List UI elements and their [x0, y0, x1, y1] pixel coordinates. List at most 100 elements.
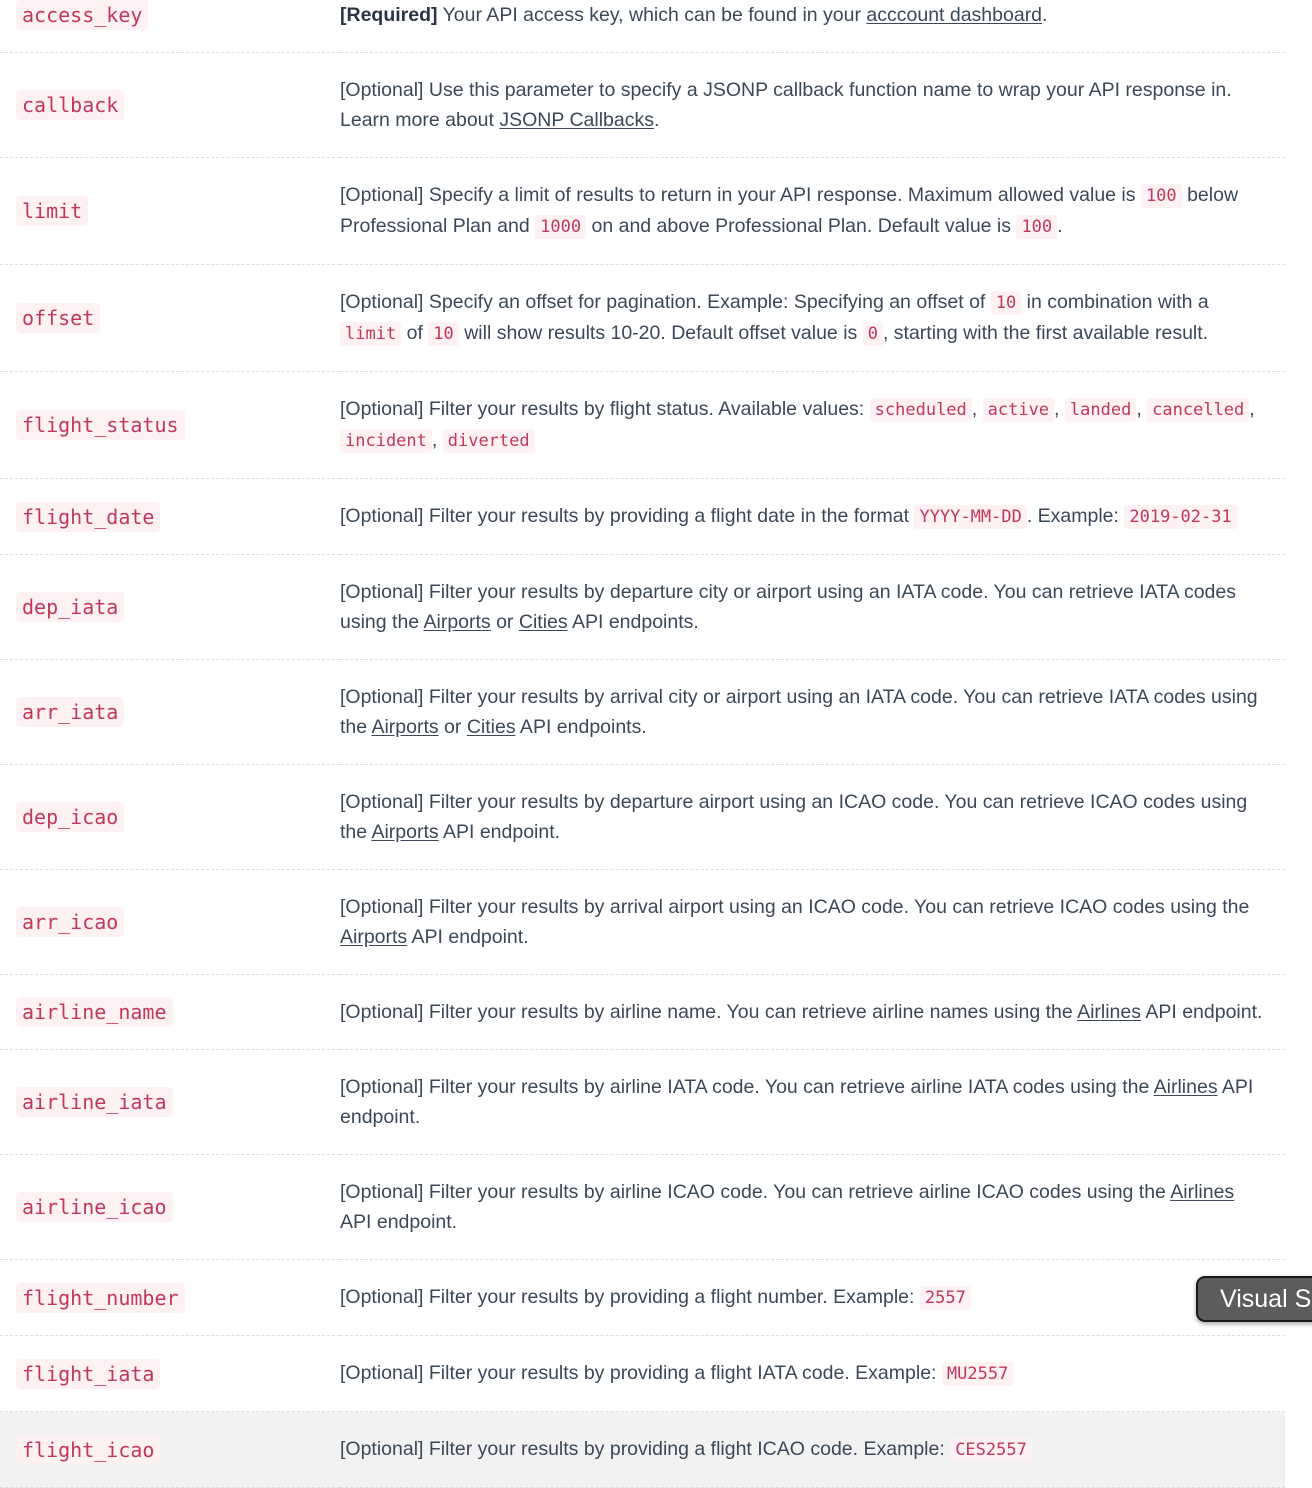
- parameter-description: [Optional] Filter your results by airlin…: [340, 1177, 1267, 1237]
- parameter-name: callback: [16, 90, 125, 120]
- visual-studio-overlay-button[interactable]: Visual S: [1196, 1276, 1312, 1322]
- parameter-description-cell: [Optional] Filter your results by flight…: [340, 372, 1285, 479]
- description-text: of: [401, 322, 429, 344]
- inline-code-chip: 1000: [535, 215, 587, 239]
- inline-link[interactable]: Airports: [371, 716, 438, 738]
- parameter-row: dep_iata [Optional] Filter your results b…: [0, 555, 1285, 660]
- parameter-name: access_key: [16, 0, 149, 30]
- parameter-description: [Optional] Filter your results by provid…: [340, 1434, 1267, 1465]
- parameter-name-cell: offset: [0, 265, 340, 372]
- inline-link[interactable]: JSONP Callbacks: [499, 109, 654, 131]
- parameter-description: [Optional] Filter your results by provid…: [340, 1358, 1267, 1389]
- parameter-description-cell: [Optional] Filter your results by arriva…: [340, 660, 1285, 765]
- inline-link[interactable]: Airports: [423, 611, 490, 633]
- parameter-description: [Optional] Filter your results by arriva…: [340, 892, 1267, 952]
- parameter-name: flight_status: [16, 410, 185, 440]
- parameter-description-cell: [Optional] Filter your results by depart…: [340, 765, 1285, 870]
- parameter-row: access_key [Required] Your API access key…: [0, 0, 1285, 53]
- parameter-description: [Optional] Filter your results by depart…: [340, 577, 1267, 637]
- description-text: [Optional] Filter your results by provid…: [340, 505, 915, 527]
- inline-link[interactable]: Airports: [340, 926, 407, 948]
- parameter-description: [Optional] Specify an offset for paginat…: [340, 287, 1267, 349]
- parameter-name: airline_icao: [16, 1192, 173, 1222]
- description-text: [Optional] Filter your results by airlin…: [340, 1181, 1171, 1203]
- parameter-name: flight_iata: [16, 1358, 161, 1389]
- description-text: API endpoint.: [1141, 1001, 1263, 1023]
- parameter-name-cell: airline_icao: [0, 1155, 340, 1260]
- parameter-row: airline_name [Optional] Filter your resul…: [0, 975, 1285, 1050]
- parameter-name: limit: [16, 196, 89, 226]
- parameter-row: flight_status [Optional] Filter your resu…: [0, 372, 1285, 479]
- parameter-row: flight_iata [Optional] Filter your result…: [0, 1336, 1285, 1412]
- parameter-name-cell: flight_date: [0, 479, 340, 555]
- description-text: [Optional] Specify an offset for paginat…: [340, 291, 991, 313]
- parameter-name-cell: flight_iata: [0, 1336, 340, 1412]
- parameter-name: arr_iata: [16, 697, 125, 727]
- parameter-description: [Optional] Filter your results by provid…: [340, 501, 1267, 532]
- description-text: [Optional] Specify a limit of results to…: [340, 184, 1141, 206]
- description-text: API endpoints.: [515, 716, 647, 738]
- inline-link[interactable]: Cities: [467, 716, 516, 738]
- required-label: [Required]: [340, 4, 438, 26]
- parameter-name: flight_icao: [16, 1434, 161, 1465]
- inline-code-chip: 100: [1140, 184, 1182, 208]
- description-text: in combination with a: [1021, 291, 1209, 313]
- description-text: .: [1042, 4, 1048, 26]
- parameter-description: [Optional] Filter your results by provid…: [340, 1282, 1267, 1313]
- inline-link[interactable]: Airlines: [1154, 1076, 1218, 1098]
- inline-code-chip: 2019-02-31: [1124, 505, 1237, 529]
- description-text: . Example:: [1026, 505, 1125, 527]
- parameter-name-cell: limit: [0, 158, 340, 265]
- parameter-description-cell: [Optional] Filter your results by airlin…: [340, 1155, 1285, 1260]
- parameter-description-cell: [Required] Your API access key, which ca…: [340, 0, 1285, 53]
- parameter-row: flight_icao [Optional] Filter your result…: [0, 1411, 1285, 1488]
- parameter-name-cell: arr_iata: [0, 660, 340, 765]
- description-text: .: [1057, 215, 1063, 237]
- parameter-description-cell: [Optional] Filter your results by provid…: [340, 1412, 1285, 1488]
- inline-code-chip: active: [982, 398, 1055, 422]
- parameter-name-cell: flight_number: [0, 1260, 340, 1336]
- parameter-description-cell: [Optional] Filter your results by depart…: [340, 555, 1285, 660]
- parameter-name: dep_iata: [16, 592, 125, 622]
- parameter-name: flight_number: [16, 1282, 185, 1313]
- inline-code-chip: diverted: [442, 429, 535, 453]
- parameter-description-cell: [Optional] Use this parameter to specify…: [340, 53, 1285, 158]
- description-text: .: [653, 109, 660, 131]
- description-text: [Optional] Filter your results by arriva…: [340, 896, 1250, 918]
- inline-link[interactable]: Cities: [519, 611, 568, 633]
- description-text: [Optional] Filter your results by airlin…: [340, 1001, 1078, 1023]
- inline-code-chip: scheduled: [869, 398, 972, 422]
- description-text: ,: [1249, 398, 1255, 420]
- inline-link[interactable]: acccount dashboard: [866, 4, 1042, 26]
- parameter-description-cell: [Optional] Filter your results by airlin…: [340, 1050, 1285, 1155]
- parameter-description: [Optional] Filter your results by airlin…: [340, 1072, 1267, 1132]
- parameter-description-cell: [Optional] Filter your results by provid…: [340, 479, 1285, 555]
- parameter-name: flight_date: [16, 501, 161, 532]
- parameter-description-cell: [Optional] Filter your results by arriva…: [340, 870, 1285, 975]
- parameter-row: arr_icao [Optional] Filter your results b…: [0, 870, 1285, 975]
- parameter-row: dep_icao [Optional] Filter your results b…: [0, 765, 1285, 870]
- parameter-row: flight_date [Optional] Filter your result…: [0, 479, 1285, 555]
- parameter-row: limit [Optional] Specify a limit of resul…: [0, 158, 1285, 265]
- parameter-row: callback [Optional] Use this parameter to…: [0, 53, 1285, 158]
- inline-link[interactable]: Airlines: [1170, 1181, 1234, 1203]
- inline-link[interactable]: Airports: [371, 821, 438, 843]
- description-text: [Optional] Filter your results by airlin…: [340, 1076, 1154, 1098]
- description-text: ,: [971, 398, 983, 420]
- parameter-name-cell: callback: [0, 53, 340, 158]
- parameter-description-cell: [Optional] Filter your results by provid…: [340, 1260, 1285, 1336]
- inline-link[interactable]: Airlines: [1077, 1001, 1141, 1023]
- description-text: ,: [431, 429, 443, 451]
- inline-code-chip: cancelled: [1147, 398, 1250, 422]
- api-parameters-table-body: access_key [Required] Your API access key…: [0, 0, 1285, 1488]
- parameter-row: airline_iata [Optional] Filter your resul…: [0, 1050, 1285, 1155]
- parameter-name: airline_name: [16, 997, 173, 1027]
- parameter-description: [Optional] Filter your results by flight…: [340, 394, 1267, 456]
- inline-code-chip: YYYY-MM-DD: [914, 505, 1027, 529]
- parameter-description: [Optional] Filter your results by arriva…: [340, 682, 1267, 742]
- parameter-description-cell: [Optional] Filter your results by airlin…: [340, 975, 1285, 1050]
- description-text: ,: [1054, 398, 1065, 420]
- parameter-name: airline_iata: [16, 1087, 173, 1117]
- description-text: on and above Professional Plan. Default …: [586, 215, 1017, 237]
- description-text: Your API access key, which can be found …: [437, 4, 867, 26]
